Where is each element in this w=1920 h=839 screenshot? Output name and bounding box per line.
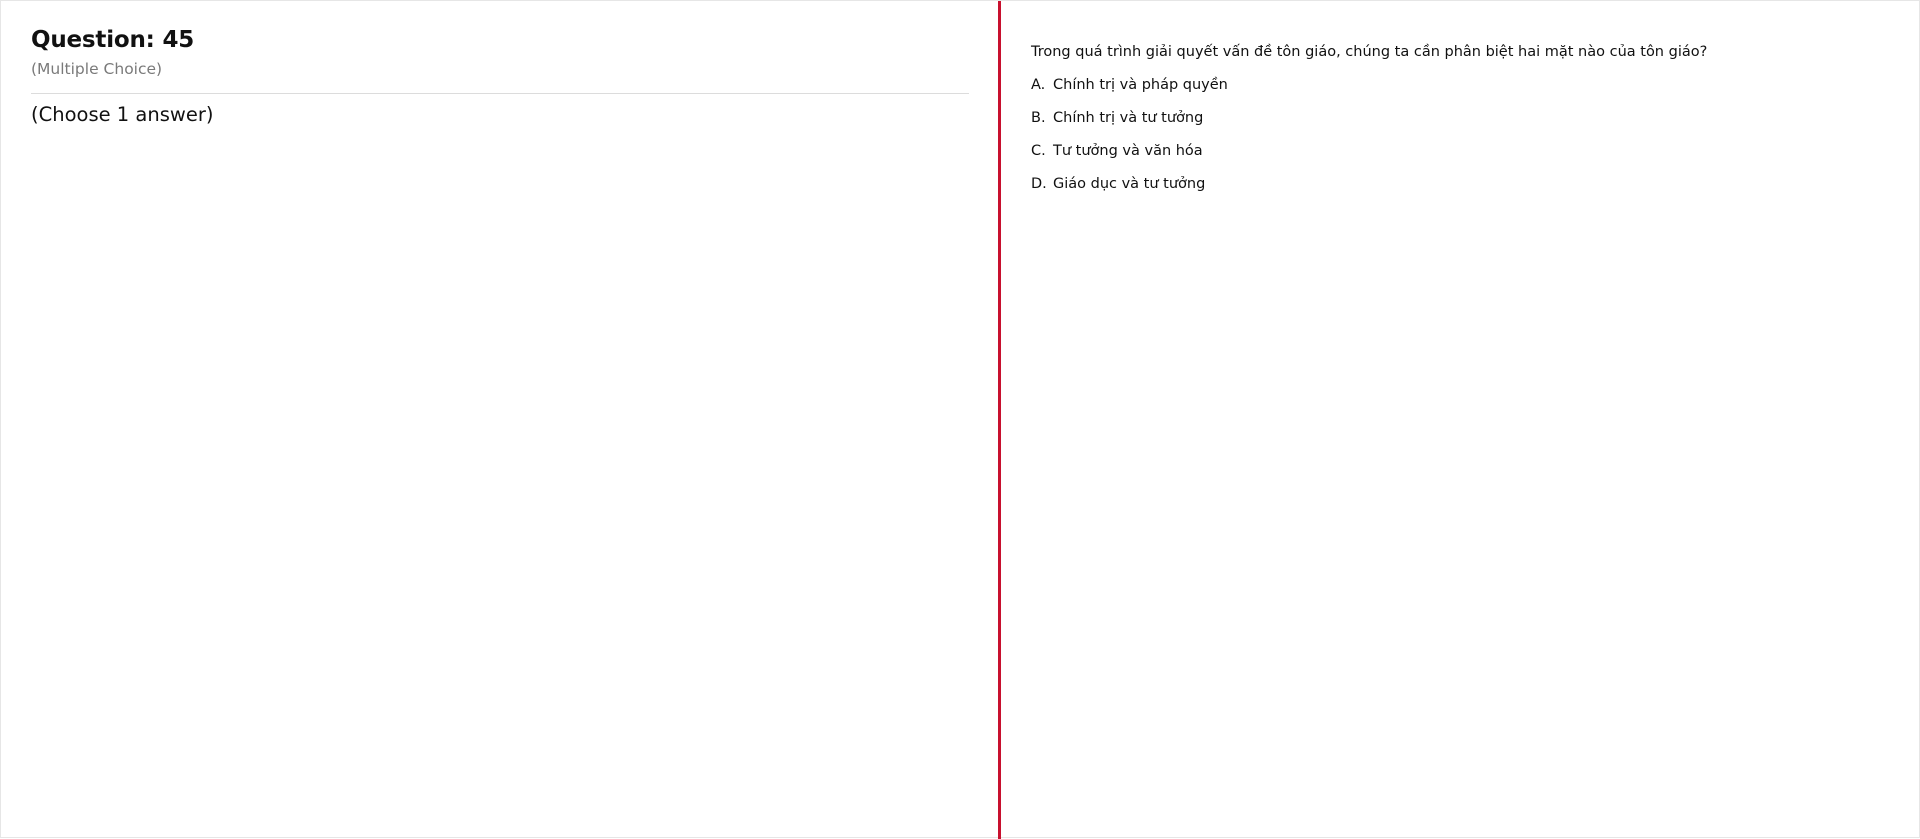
option-letter: D.: [1031, 176, 1047, 192]
answer-option-a[interactable]: A. Chính trị và pháp quyền: [1031, 75, 1228, 95]
header-divider: [31, 93, 969, 94]
option-text: Chính trị và tư tưởng: [1053, 110, 1204, 126]
answer-option-d[interactable]: D. Giáo dục và tư tưởng: [1031, 174, 1228, 194]
answer-option-c[interactable]: C. Tư tưởng và văn hóa: [1031, 141, 1228, 161]
question-header: Question: 45 (Multiple Choice): [31, 25, 969, 79]
option-text: Giáo dục và tư tưởng: [1053, 176, 1206, 192]
option-text: Tư tưởng và văn hóa: [1053, 143, 1203, 159]
option-letter: B.: [1031, 110, 1046, 126]
answer-option-b[interactable]: B. Chính trị và tư tưởng: [1031, 108, 1228, 128]
answer-options: A. Chính trị và pháp quyền B. Chính trị …: [1031, 75, 1228, 207]
option-text: Chính trị và pháp quyền: [1053, 77, 1228, 93]
question-info-pane: Question: 45 (Multiple Choice) (Choose 1…: [1, 1, 998, 839]
option-letter: A.: [1031, 77, 1046, 93]
answer-instruction: (Choose 1 answer): [31, 103, 214, 126]
question-viewer: Question: 45 (Multiple Choice) (Choose 1…: [0, 0, 1920, 839]
question-content-pane: Trong quá trình giải quyết vấn đề tôn gi…: [1001, 1, 1920, 839]
question-type: (Multiple Choice): [31, 60, 163, 78]
question-text: Trong quá trình giải quyết vấn đề tôn gi…: [1031, 44, 1708, 60]
question-title: Question: 45: [31, 27, 195, 53]
option-letter: C.: [1031, 143, 1046, 159]
